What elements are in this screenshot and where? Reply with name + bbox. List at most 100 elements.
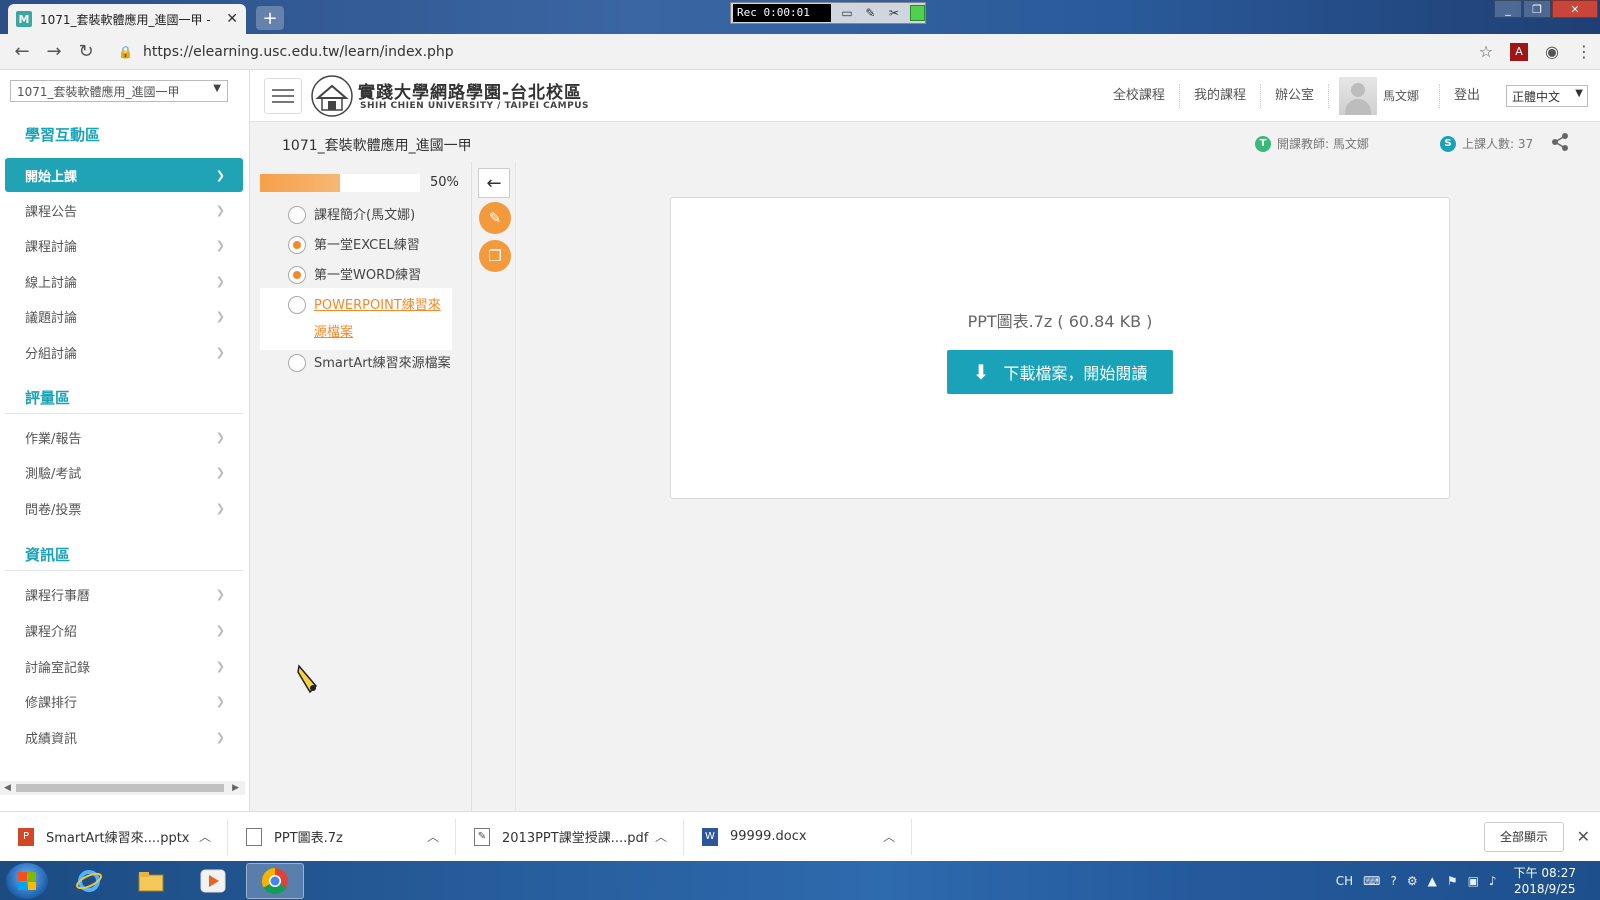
chevron-right-icon: ❯ bbox=[215, 238, 225, 252]
browser-tab[interactable]: M 1071_套裝軟體應用_進國一甲 - ✕ bbox=[8, 4, 246, 34]
forward-arrow-icon[interactable]: → bbox=[38, 41, 70, 62]
acrobat-extension-icon[interactable]: A bbox=[1510, 42, 1528, 61]
lesson-item[interactable]: SmartArt練習來源檔案 bbox=[260, 346, 452, 381]
copy-icon[interactable]: ❐ bbox=[479, 240, 511, 272]
lesson-label[interactable]: SmartArt練習來源檔案 bbox=[314, 350, 452, 377]
logout-link[interactable]: 登出 bbox=[1440, 84, 1494, 108]
lesson-radio[interactable] bbox=[288, 354, 306, 372]
sidebar-item-ranking[interactable]: 修課排行 ❯ bbox=[5, 684, 243, 718]
sidebar-item-start-class[interactable]: 開始上課 ❯ bbox=[5, 158, 243, 192]
screen-icon[interactable]: ▭ bbox=[839, 5, 854, 21]
keyboard-icon[interactable]: ⌨ bbox=[1363, 874, 1380, 888]
ime-settings-icon[interactable]: ⚙ bbox=[1407, 874, 1418, 888]
media-player-icon[interactable] bbox=[184, 863, 242, 899]
lock-icon[interactable]: 🔒 bbox=[118, 45, 133, 59]
help-icon[interactable]: ? bbox=[1390, 874, 1396, 888]
clock[interactable]: 下午 08:27 2018/9/25 bbox=[1514, 865, 1576, 897]
network-icon[interactable]: ▣ bbox=[1468, 874, 1479, 888]
chevron-right-icon: ❯ bbox=[215, 203, 225, 217]
site-favicon-icon: M bbox=[16, 11, 32, 27]
nav-all-courses[interactable]: 全校課程 bbox=[1099, 84, 1180, 108]
account-icon[interactable]: ◉ bbox=[1536, 42, 1568, 61]
sidebar-horizontal-scrollbar[interactable]: ◀ ▶ bbox=[0, 781, 245, 795]
sidebar-item-exams[interactable]: 測驗/考試 ❯ bbox=[5, 455, 243, 489]
chevron-right-icon: ❯ bbox=[215, 730, 225, 744]
sidebar-item-online-discussion[interactable]: 線上討論 ❯ bbox=[5, 264, 243, 298]
username[interactable]: 馬文娜 bbox=[1377, 84, 1440, 108]
sidebar-item-calendar[interactable]: 課程行事曆 ❯ bbox=[5, 577, 243, 611]
volume-icon[interactable]: ♪ bbox=[1489, 874, 1497, 888]
sidebar-item-course-discussion[interactable]: 課程討論 ❯ bbox=[5, 228, 243, 262]
sidebar-item-course-intro[interactable]: 課程介紹 ❯ bbox=[5, 613, 243, 647]
nav-my-courses[interactable]: 我的課程 bbox=[1180, 84, 1261, 108]
lesson-label[interactable]: 第一堂EXCEL練習 bbox=[314, 232, 452, 259]
menu-dots-icon[interactable]: ⋮ bbox=[1568, 42, 1600, 61]
docx-icon: W bbox=[702, 827, 718, 846]
section-title-interaction: 學習互動區 bbox=[25, 126, 101, 144]
reload-icon[interactable]: ↻ bbox=[70, 41, 102, 62]
lesson-radio[interactable] bbox=[288, 266, 306, 284]
notes-icon[interactable]: ✎ bbox=[479, 202, 511, 234]
download-item[interactable]: W 99999.docx ︿ bbox=[684, 818, 912, 855]
progress-percent: 50% bbox=[430, 175, 459, 190]
avatar[interactable] bbox=[1338, 77, 1377, 115]
chevron-up-icon[interactable]: ︿ bbox=[883, 828, 895, 845]
scroll-left-icon[interactable]: ◀ bbox=[4, 781, 11, 795]
sidebar-item-group-discussion[interactable]: 分組討論 ❯ bbox=[5, 335, 243, 369]
sidebar-item-topic-discussion[interactable]: 議題討論 ❯ bbox=[5, 299, 243, 333]
close-shelf-icon[interactable]: ✕ bbox=[1577, 827, 1590, 846]
sidebar-item-label: 議題討論 bbox=[25, 310, 78, 326]
tab-close-icon[interactable]: ✕ bbox=[226, 11, 238, 27]
chevron-up-icon[interactable]: ︿ bbox=[427, 828, 439, 845]
minimize-button[interactable]: _ bbox=[1494, 0, 1522, 18]
chevron-right-icon: ❯ bbox=[215, 465, 225, 479]
scrollbar-thumb[interactable] bbox=[16, 784, 224, 792]
section-divider bbox=[5, 570, 243, 571]
share-icon[interactable] bbox=[1550, 132, 1570, 152]
show-hidden-icons-icon[interactable]: ▲ bbox=[1428, 874, 1437, 888]
bookmark-star-icon[interactable]: ☆ bbox=[1470, 42, 1502, 61]
lesson-radio[interactable] bbox=[288, 236, 306, 254]
new-tab-button[interactable]: + bbox=[256, 6, 284, 30]
chrome-icon[interactable] bbox=[246, 863, 304, 899]
lesson-label[interactable]: 第一堂WORD練習 bbox=[314, 262, 452, 289]
chevron-up-icon[interactable]: ︿ bbox=[655, 828, 667, 845]
close-window-button[interactable]: ✕ bbox=[1552, 0, 1598, 18]
sidebar-item-grades[interactable]: 成績資訊 ❯ bbox=[5, 720, 243, 754]
course-title: 1071_套裝軟體應用_進國一甲 bbox=[282, 138, 472, 154]
course-select[interactable]: 1071_套裝軟體應用_進國一甲 ▼ bbox=[10, 80, 228, 102]
scroll-right-icon[interactable]: ▶ bbox=[232, 781, 239, 795]
sidebar-item-discussion-records[interactable]: 討論室記錄 ❯ bbox=[5, 649, 243, 683]
download-item[interactable]: P SmartArt練習來....pptx ︿ bbox=[0, 818, 228, 855]
lesson-label[interactable]: 課程簡介(馬文娜) bbox=[314, 202, 452, 229]
record-indicator-icon[interactable] bbox=[909, 5, 926, 21]
pencil-icon[interactable]: ✎ bbox=[863, 5, 878, 21]
download-item[interactable]: ✎ 2013PPT課堂授課....pdf ︿ bbox=[456, 818, 684, 855]
sidebar-item-surveys[interactable]: 問卷/投票 ❯ bbox=[5, 491, 243, 525]
show-all-downloads-button[interactable]: 全部顯示 bbox=[1484, 821, 1564, 852]
restore-button[interactable]: ❐ bbox=[1523, 0, 1551, 18]
start-button[interactable] bbox=[6, 863, 48, 899]
file-explorer-icon[interactable] bbox=[122, 863, 180, 899]
download-button[interactable]: ⬇ 下載檔案，開始閱讀 bbox=[947, 350, 1173, 394]
internet-explorer-icon[interactable] bbox=[60, 863, 118, 899]
lesson-radio[interactable] bbox=[288, 206, 306, 224]
input-method-label[interactable]: CH bbox=[1336, 874, 1353, 888]
collapse-arrow-icon[interactable]: ← bbox=[478, 168, 510, 198]
sidebar-item-announcements[interactable]: 課程公告 ❯ bbox=[5, 193, 243, 227]
chevron-up-icon[interactable]: ︿ bbox=[199, 828, 211, 845]
chevron-down-icon: ▼ bbox=[213, 83, 221, 94]
nav-office[interactable]: 辦公室 bbox=[1261, 84, 1329, 108]
download-item[interactable]: PPT圖表.7z ︿ bbox=[228, 818, 456, 855]
language-select[interactable]: 正體中文 ▼ bbox=[1506, 85, 1588, 107]
url-field[interactable]: https://elearning.usc.edu.tw/learn/index… bbox=[143, 44, 1470, 60]
lesson-item-current[interactable]: POWERPOINT練習來源檔案 bbox=[260, 288, 452, 350]
action-center-flag-icon[interactable]: ⚑ bbox=[1447, 874, 1458, 888]
lesson-radio[interactable] bbox=[288, 296, 306, 314]
hamburger-menu-icon[interactable] bbox=[264, 78, 302, 114]
back-arrow-icon[interactable]: ← bbox=[6, 41, 38, 62]
lesson-label[interactable]: POWERPOINT練習來源檔案 bbox=[314, 292, 452, 346]
scissors-icon[interactable]: ✂ bbox=[886, 5, 901, 21]
windows-logo-icon bbox=[18, 872, 36, 890]
sidebar-item-assignments[interactable]: 作業/報告 ❯ bbox=[5, 420, 243, 454]
